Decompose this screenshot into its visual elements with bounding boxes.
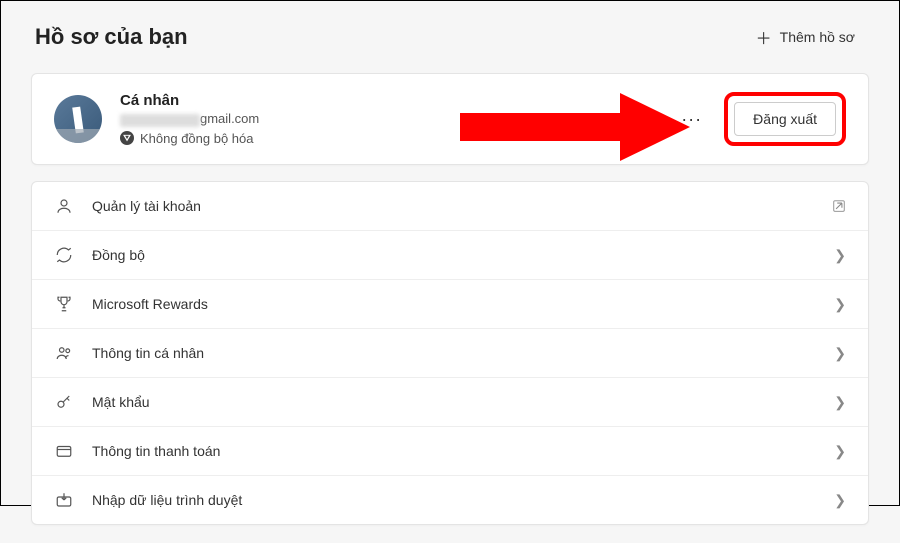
card-icon (54, 441, 74, 461)
chevron-right-icon: ❯ (834, 296, 846, 313)
profile-email: gmail.com (120, 111, 673, 126)
add-profile-label: Thêm hồ sơ (780, 29, 855, 45)
plus-icon: ＋ (756, 25, 772, 49)
menu-item-rewards[interactable]: Microsoft Rewards ❯ (32, 280, 868, 329)
chevron-right-icon: ❯ (834, 394, 846, 411)
person-icon (54, 196, 74, 216)
menu-item-personal-info[interactable]: Thông tin cá nhân ❯ (32, 329, 868, 378)
menu-label: Mật khẩu (92, 394, 834, 410)
email-suffix: gmail.com (200, 111, 259, 126)
menu-label: Thông tin cá nhân (92, 345, 834, 361)
menu-label: Quản lý tài khoản (92, 198, 832, 214)
chevron-right-icon: ❯ (834, 247, 846, 264)
profile-name: Cá nhân (120, 92, 673, 109)
menu-item-import[interactable]: Nhập dữ liệu trình duyệt ❯ (32, 476, 868, 524)
key-icon (54, 392, 74, 412)
sync-status-text: Không đồng bộ hóa (140, 131, 254, 146)
menu-item-manage-account[interactable]: Quản lý tài khoản (32, 182, 868, 231)
more-options-button[interactable]: ··· (673, 111, 710, 128)
menu-label: Đồng bộ (92, 247, 834, 263)
profile-card: Cá nhân gmail.com ⛛ Không đồng bộ hóa ··… (31, 73, 869, 165)
external-link-icon (832, 199, 846, 213)
sync-icon (54, 245, 74, 265)
menu-item-sync[interactable]: Đồng bộ ❯ (32, 231, 868, 280)
chevron-right-icon: ❯ (834, 443, 846, 460)
page-title: Hồ sơ của bạn (35, 24, 188, 50)
menu-item-password[interactable]: Mật khẩu ❯ (32, 378, 868, 427)
menu-label: Microsoft Rewards (92, 296, 834, 312)
chevron-right-icon: ❯ (834, 345, 846, 362)
sync-status-icon: ⛛ (120, 131, 134, 145)
contact-icon (54, 343, 74, 363)
menu-item-payment[interactable]: Thông tin thanh toán ❯ (32, 427, 868, 476)
email-redacted (120, 114, 200, 127)
logout-button[interactable]: Đăng xuất (734, 102, 836, 136)
avatar (54, 95, 102, 143)
menu-label: Thông tin thanh toán (92, 443, 834, 459)
logout-highlight-annotation: Đăng xuất (724, 92, 846, 146)
trophy-icon (54, 294, 74, 314)
settings-menu: Quản lý tài khoản Đồng bộ ❯ Microsoft Re… (31, 181, 869, 525)
add-profile-button[interactable]: ＋ Thêm hồ sơ (746, 19, 865, 55)
import-icon (54, 490, 74, 510)
profile-info: Cá nhân gmail.com ⛛ Không đồng bộ hóa (120, 92, 673, 145)
